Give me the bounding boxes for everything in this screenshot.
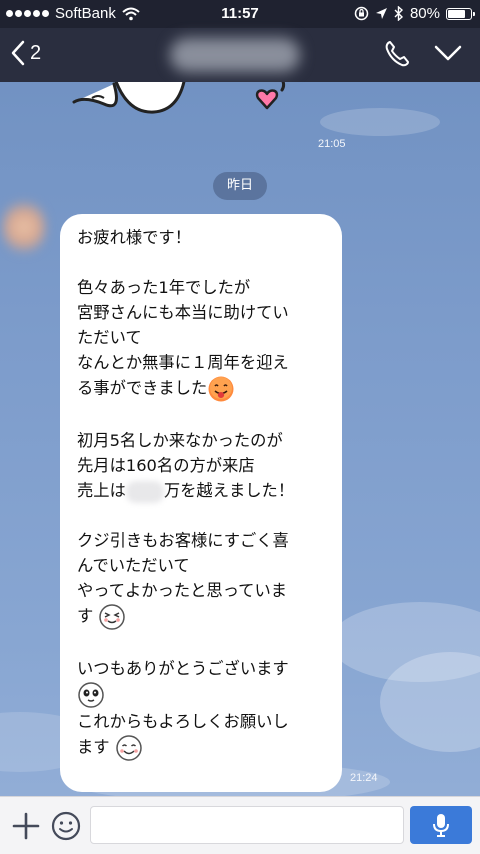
message-input[interactable] (90, 806, 404, 844)
date-separator: 昨日 (213, 172, 267, 200)
message-line: いつもありがとうございます (77, 659, 289, 678)
message-line: なんとか無事に１周年を迎え (77, 353, 289, 372)
message-line: これからもよろしくお願いし (77, 712, 289, 731)
message-line: 色々あった1年でしたが (77, 278, 251, 297)
message-time: 21:24 (350, 772, 378, 784)
message-line: 売上は 万を越えました！ (77, 478, 335, 503)
battery-icon (446, 7, 475, 20)
bluetooth-icon (394, 6, 403, 21)
avatar[interactable] (2, 197, 46, 257)
tongue-face-emoji-icon (208, 376, 234, 402)
message-line: る事ができました (77, 375, 335, 403)
voice-button[interactable] (410, 806, 472, 844)
dropdown-chevron-icon[interactable] (434, 44, 462, 62)
contact-name-blurred (170, 38, 300, 72)
cat-sticker[interactable] (64, 82, 304, 134)
status-right: 80% (354, 5, 475, 22)
back-button[interactable]: 2 (10, 40, 41, 66)
message-text: お疲れ様です！ 色々あった1年でしたが宮野さんにも本当に助けてい ただいてなんとか無… (77, 225, 335, 762)
message-line-text: る事ができました (77, 378, 208, 398)
battery-percent: 80% (409, 5, 440, 22)
message-line: 先月は160名の方が来店 (77, 456, 255, 475)
mic-icon (433, 814, 449, 837)
message-line: クジ引きもお客様にすごく喜 (77, 531, 289, 550)
message-line-text: ます (77, 737, 110, 757)
panda-emoji-icon (78, 682, 104, 708)
sticker-time: 21:05 (318, 138, 346, 150)
message-line-text: す (77, 606, 94, 626)
chat-header: 2 (0, 28, 480, 82)
message-line-text: 万を越えました！ (163, 481, 295, 500)
redacted-amount (125, 480, 164, 503)
location-icon (375, 8, 387, 19)
message-line: す (77, 603, 335, 631)
message-bubble[interactable]: お疲れ様です！ 色々あった1年でしたが宮野さんにも本当に助けてい ただいてなんとか無… (60, 214, 342, 792)
message-line: ただいて (77, 328, 142, 347)
smiling-emoji-icon (116, 735, 142, 761)
input-bar (0, 796, 480, 854)
status-bar: SoftBank 11:57 80% (0, 0, 480, 28)
phone-icon[interactable] (384, 40, 410, 68)
message-line (77, 681, 335, 709)
plus-icon[interactable] (12, 812, 40, 840)
back-chevron-icon (11, 40, 25, 66)
message-line: お疲れ様です！ (77, 228, 191, 247)
message-line-text: 売上は (77, 481, 126, 500)
lock-rotation-icon (354, 6, 369, 21)
emoji-icon[interactable] (51, 811, 81, 841)
message-line: やってよかったと思っていま (77, 581, 288, 600)
message-line: んでいただいて (77, 556, 190, 575)
message-line: 初月5名しか来なかったのが (77, 431, 283, 450)
unread-count: 2 (30, 41, 42, 64)
chat-area[interactable]: 21:05 昨日 お疲れ様です！ 色々あった1年でしたが宮野さんにも本当に助けてい… (0, 82, 480, 796)
message-line: ます (77, 734, 335, 762)
message-line: 宮野さんにも本当に助けてい (77, 303, 289, 322)
laughing-emoji-icon (99, 604, 126, 630)
